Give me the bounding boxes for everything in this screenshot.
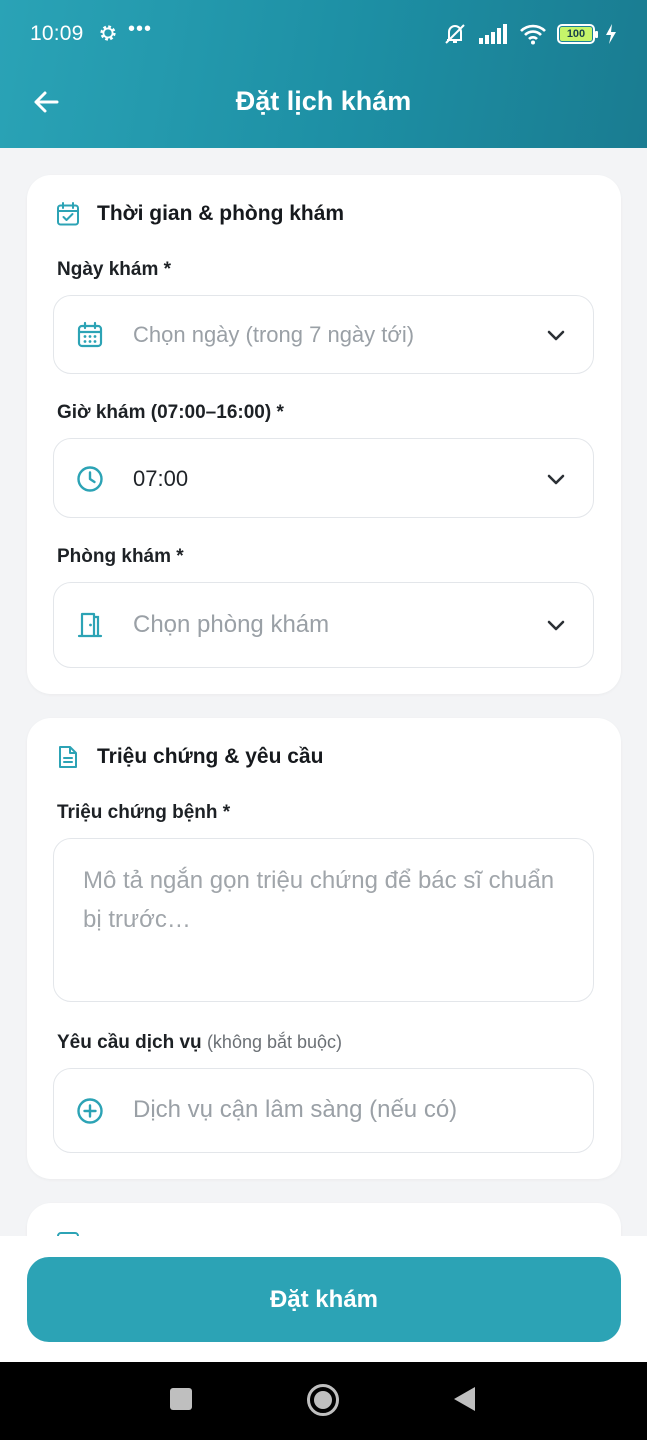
section-title: Thời gian & phòng khám [97, 202, 345, 225]
calendar-check-icon [57, 202, 79, 226]
room-select[interactable]: Chọn phòng khám [53, 582, 594, 668]
date-placeholder: Chọn ngày (trong 7 ngày tới) [133, 322, 415, 347]
back-nav-button[interactable] [451, 1385, 477, 1413]
recent-apps-button[interactable] [169, 1387, 193, 1411]
service-input[interactable]: Dịch vụ cận lâm sàng (nếu có) [53, 1068, 594, 1153]
plus-circle-icon [77, 1098, 103, 1124]
room-placeholder: Chọn phòng khám [133, 611, 330, 638]
signal-icon [479, 24, 507, 44]
battery-level: 100 [560, 27, 592, 41]
service-label-text: Yêu cầu dịch vụ [57, 1032, 202, 1053]
room-label: Phòng khám * [57, 546, 184, 567]
battery-icon: 100 [557, 24, 598, 44]
status-time: 10:09 [30, 22, 84, 45]
mute-icon [445, 24, 465, 44]
symptom-label: Triệu chứng bệnh * [57, 802, 231, 823]
symptom-textarea[interactable]: Mô tả ngắn gọn triệu chứng để bác sĩ chu… [53, 838, 594, 1002]
time-clinic-card: Thời gian & phòng khám Ngày khám * Chọn … [27, 175, 621, 694]
time-select[interactable]: 07:00 [53, 438, 594, 518]
date-label: Ngày khám * [57, 259, 172, 280]
clock-icon [77, 466, 103, 492]
time-label: Giờ khám (07:00–16:00) * [57, 402, 284, 423]
book-appointment-button[interactable]: Đặt khám [27, 1257, 621, 1342]
status-right-icons: 100 [441, 22, 617, 46]
door-icon [77, 612, 103, 638]
service-optional-hint: (không bắt buộc) [206, 1032, 343, 1052]
service-placeholder: Dịch vụ cận lâm sàng (nếu có) [133, 1096, 458, 1123]
system-nav-bar [0, 1362, 647, 1440]
time-value: 07:00 [133, 466, 189, 491]
wifi-icon [520, 24, 546, 45]
chevron-down-icon [547, 474, 565, 485]
time-clinic-header: Thời gian & phòng khám [55, 201, 344, 227]
page-title: Đặt lịch khám [235, 86, 412, 116]
symptoms-card: Triệu chứng & yêu cầu Triệu chứng bệnh *… [27, 718, 621, 1179]
service-label: Yêu cầu dịch vụ (không bắt buộc) [57, 1032, 342, 1054]
chevron-down-icon [547, 330, 565, 341]
date-select[interactable]: Chọn ngày (trong 7 ngày tới) [53, 295, 594, 374]
calendar-icon [77, 321, 103, 348]
status-bar: 10:09 ••• 100 [0, 0, 647, 70]
chevron-down-icon [547, 620, 565, 631]
status-more-dots: ••• [128, 18, 153, 40]
home-button[interactable] [306, 1383, 340, 1417]
app-header: 10:09 ••• 100 Đặt lịch khám [0, 0, 647, 148]
symptoms-header: Triệu chứng & yêu cầu [55, 744, 323, 770]
symptom-placeholder: Mô tả ngắn gọn triệu chứng để bác sĩ chu… [83, 867, 555, 933]
document-icon [59, 746, 77, 768]
gear-icon [100, 25, 116, 41]
charging-icon [606, 24, 616, 44]
section-title: Triệu chứng & yêu cầu [97, 745, 324, 768]
